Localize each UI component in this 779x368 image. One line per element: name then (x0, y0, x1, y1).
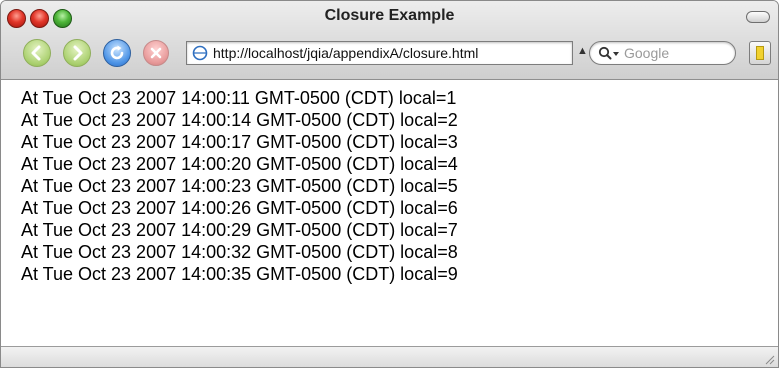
bookmark-button[interactable] (749, 41, 771, 65)
stop-button[interactable] (143, 40, 169, 66)
output-line: At Tue Oct 23 2007 14:00:20 GMT-0500 (CD… (21, 154, 458, 174)
output-line: At Tue Oct 23 2007 14:00:23 GMT-0500 (CD… (21, 176, 458, 196)
back-button[interactable] (23, 39, 51, 67)
url-text[interactable]: http://localhost/jqia/appendixA/closure.… (213, 45, 478, 61)
url-history-caret-icon[interactable]: ▲ (577, 45, 588, 57)
output-line: At Tue Oct 23 2007 14:00:17 GMT-0500 (CD… (21, 132, 458, 152)
page-globe-icon (192, 45, 208, 61)
back-arrow-icon (31, 45, 41, 61)
output-line: At Tue Oct 23 2007 14:00:11 GMT-0500 (CD… (21, 88, 457, 108)
page-content: At Tue Oct 23 2007 14:00:11 GMT-0500 (CD… (21, 87, 778, 285)
status-bar (1, 346, 778, 367)
window-title: Closure Example (324, 7, 455, 24)
reload-button[interactable] (103, 39, 131, 67)
output-line: At Tue Oct 23 2007 14:00:26 GMT-0500 (CD… (21, 198, 458, 218)
output-line: At Tue Oct 23 2007 14:00:29 GMT-0500 (CD… (21, 220, 458, 240)
search-placeholder: Google (624, 45, 670, 61)
stop-icon (150, 47, 162, 59)
search-field[interactable]: Google (589, 41, 736, 65)
browser-window: Closure Example http://localhost/jqia/ap… (0, 0, 779, 368)
reload-icon (110, 45, 124, 60)
output-line: At Tue Oct 23 2007 14:00:14 GMT-0500 (CD… (21, 110, 458, 130)
output-line: At Tue Oct 23 2007 14:00:32 GMT-0500 (CD… (21, 242, 458, 262)
browser-toolbar: Closure Example http://localhost/jqia/ap… (1, 1, 778, 80)
bookmark-icon (756, 46, 764, 60)
forward-arrow-icon (73, 45, 83, 61)
address-bar[interactable]: http://localhost/jqia/appendixA/closure.… (186, 41, 573, 65)
search-magnifier-icon[interactable] (598, 46, 620, 62)
toolbar-toggle-button[interactable] (746, 11, 770, 23)
output-line: At Tue Oct 23 2007 14:00:35 GMT-0500 (CD… (21, 264, 458, 284)
forward-button[interactable] (63, 39, 91, 67)
resize-grip-icon[interactable] (763, 353, 775, 365)
